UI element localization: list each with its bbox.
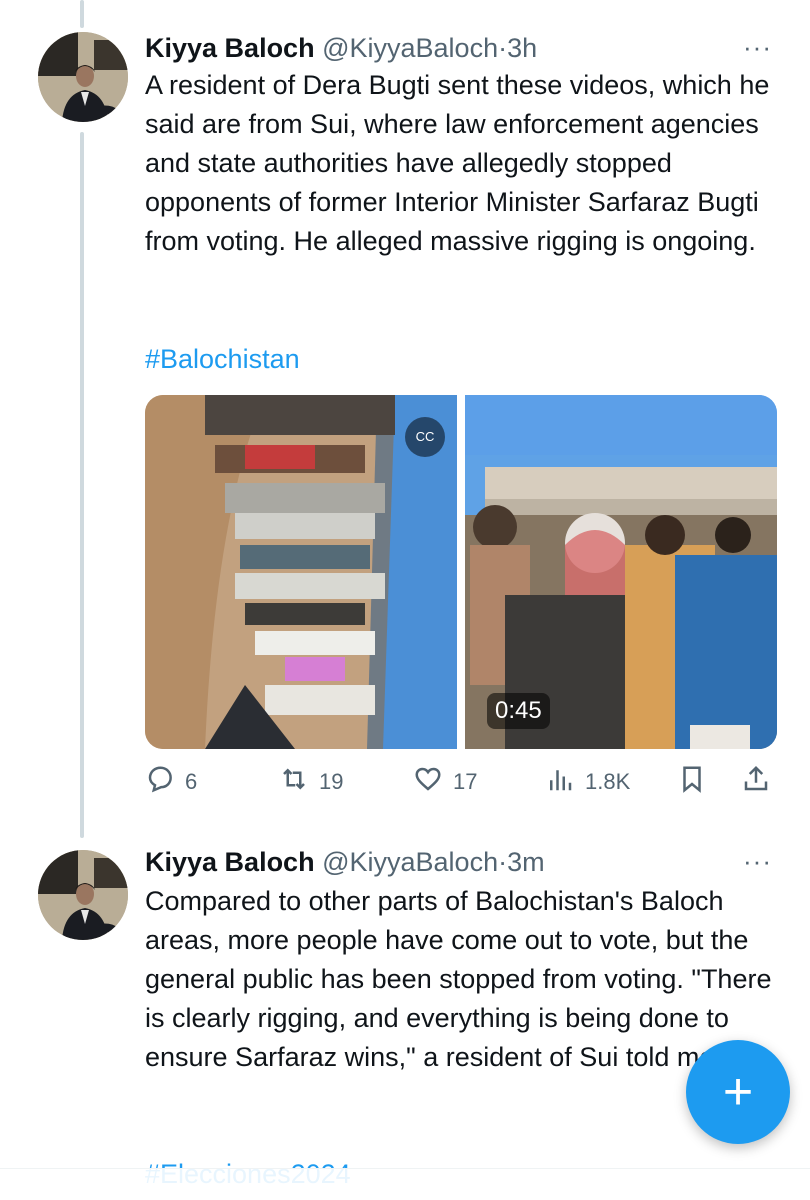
like-count: 17 [453, 769, 478, 794]
views-button[interactable]: 1.8K [545, 764, 630, 800]
author-handle[interactable]: @KiyyaBaloch [322, 33, 498, 63]
retweet-icon [279, 764, 309, 800]
avatar[interactable] [38, 32, 128, 122]
retweet-button[interactable]: 19 [279, 764, 343, 800]
author-handle[interactable]: @KiyyaBaloch [322, 847, 498, 877]
tweet-actions: 6 19 17 1.8K [145, 764, 785, 800]
tweet-header: Kiyya Baloch @KiyyaBaloch·3m [145, 844, 745, 880]
views-icon [545, 764, 575, 800]
avatar-photo [38, 850, 128, 940]
timestamp[interactable]: 3m [507, 847, 545, 877]
separator-dot: · [498, 33, 508, 63]
more-options-icon[interactable]: ··· [743, 846, 772, 877]
tweet[interactable]: Kiyya Baloch @KiyyaBaloch·3m ··· Compare… [0, 830, 810, 1200]
tweet[interactable]: Kiyya Baloch @KiyyaBaloch·3h ··· A resid… [0, 0, 810, 820]
video-thumbnail-left[interactable]: CC [145, 395, 457, 749]
video-duration: 0:45 [487, 693, 550, 729]
views-count: 1.8K [585, 769, 631, 794]
tweet-text: A resident of Dera Bugti sent these vide… [145, 70, 770, 256]
reply-button[interactable]: 6 [145, 764, 197, 800]
tweet-header: Kiyya Baloch @KiyyaBaloch·3h [145, 30, 745, 66]
avatar[interactable] [38, 850, 128, 940]
avatar-photo [38, 32, 128, 122]
author-name[interactable]: Kiyya Baloch [145, 33, 315, 63]
bottom-navigation-bar [0, 1168, 810, 1200]
media-grid: CC 0:45 [145, 395, 777, 749]
video-thumbnail-right[interactable]: 0:45 [465, 395, 777, 749]
retweet-count: 19 [319, 769, 344, 794]
hashtag-link[interactable]: #Balochistan [145, 341, 300, 377]
bookmark-button[interactable] [677, 764, 707, 800]
heart-icon [413, 764, 443, 800]
compose-button[interactable]: + [686, 1040, 790, 1144]
reply-icon [145, 764, 175, 800]
author-name[interactable]: Kiyya Baloch [145, 847, 315, 877]
reply-count: 6 [185, 769, 198, 794]
like-button[interactable]: 17 [413, 764, 477, 800]
more-options-icon[interactable]: ··· [743, 32, 772, 63]
captions-icon[interactable]: CC [405, 417, 445, 457]
share-button[interactable] [741, 764, 771, 800]
share-icon [741, 764, 771, 800]
bookmark-icon [677, 764, 707, 800]
separator-dot: · [498, 847, 508, 877]
tweet-text: Compared to other parts of Balochistan's… [145, 886, 772, 1072]
timestamp[interactable]: 3h [507, 33, 537, 63]
